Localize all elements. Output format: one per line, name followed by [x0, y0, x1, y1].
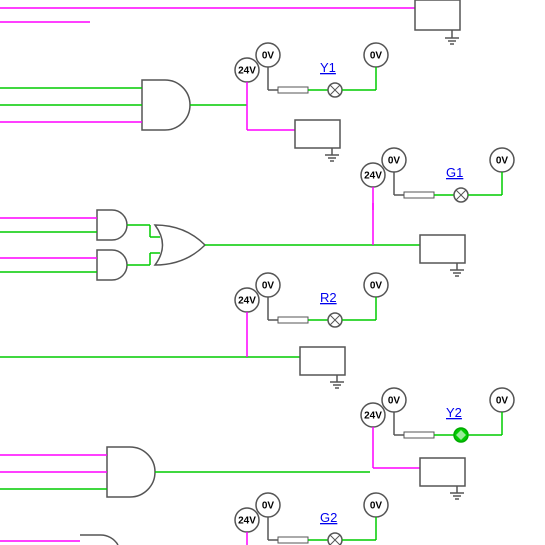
voltage-0v-text: 0V [370, 51, 383, 62]
voltage-0v-text: 0V [262, 51, 275, 62]
circuit-diagram: 24V 0V Y1 0V [0, 0, 545, 545]
g1-label: G1 [446, 165, 463, 180]
svg-text:0V: 0V [370, 501, 383, 512]
and-gate-bottom [0, 447, 370, 497]
svg-text:24V: 24V [364, 171, 382, 182]
g2-group: 24V 0V G2 0V [235, 493, 388, 545]
svg-text:24V: 24V [364, 411, 382, 422]
svg-text:0V: 0V [388, 156, 401, 167]
y1-label: Y1 [320, 60, 336, 75]
voltage-24v-text: 24V [238, 66, 256, 77]
block [295, 120, 340, 148]
block [300, 347, 345, 375]
y2-label: Y2 [446, 405, 462, 420]
and-or-combo [0, 203, 465, 280]
svg-text:0V: 0V [370, 281, 383, 292]
partial-gate-icon [80, 535, 118, 545]
svg-text:0V: 0V [262, 281, 275, 292]
r2-group: 24V 0V R2 0V [235, 273, 388, 330]
svg-text:0V: 0V [496, 156, 509, 167]
svg-text:0V: 0V [496, 396, 509, 407]
g1-group: 24V 0V G1 0V [361, 148, 514, 210]
or-gate-icon [155, 225, 205, 265]
and-gate-icon [107, 447, 155, 497]
svg-text:24V: 24V [238, 296, 256, 307]
y2-group: 24V 0V Y2 0V [361, 388, 514, 499]
y1-group: 24V 0V Y1 0V [235, 43, 388, 98]
block [420, 235, 465, 263]
svg-text:0V: 0V [388, 396, 401, 407]
and-gate-icon [97, 250, 127, 280]
g2-label: G2 [320, 510, 337, 525]
and-gate-icon [97, 210, 127, 240]
block [415, 0, 460, 30]
r2-label: R2 [320, 290, 337, 305]
block [420, 458, 465, 486]
svg-text:0V: 0V [262, 501, 275, 512]
svg-text:24V: 24V [238, 516, 256, 527]
lamp-icon [328, 533, 342, 545]
